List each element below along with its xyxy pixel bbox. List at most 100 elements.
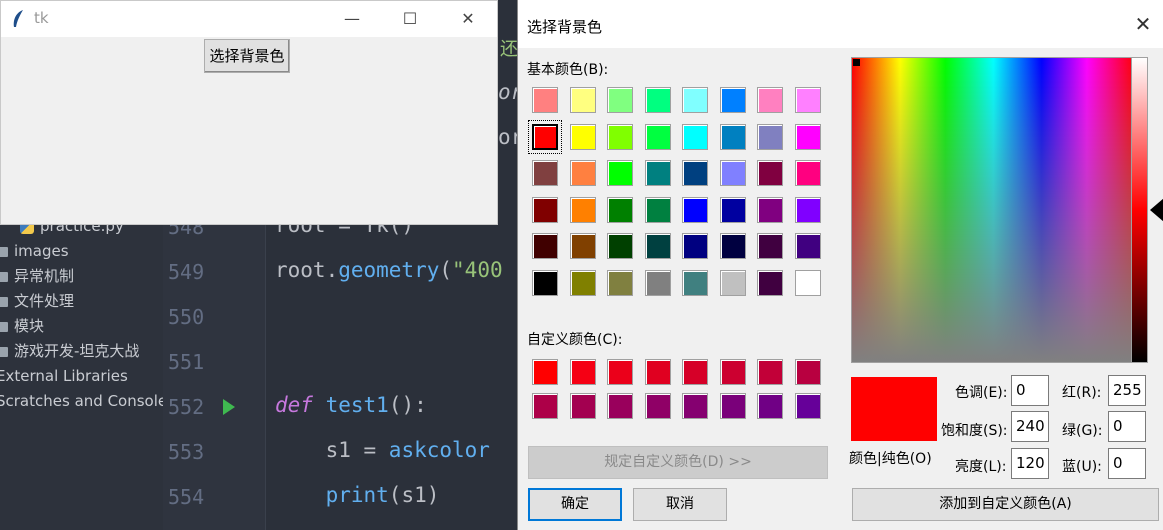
basic-color-swatch[interactable] bbox=[528, 119, 562, 154]
basic-color-swatch[interactable] bbox=[794, 87, 821, 113]
basic-color-swatch[interactable] bbox=[644, 269, 671, 296]
basic-color-swatch[interactable] bbox=[569, 87, 596, 113]
project-tree: practice.py images 异常机制 文件处理 模块 游戏开发-坦克大… bbox=[0, 210, 175, 530]
basic-color-swatch[interactable] bbox=[682, 233, 708, 259]
custom-color-swatch[interactable] bbox=[644, 393, 671, 419]
basic-color-swatch[interactable] bbox=[569, 233, 596, 259]
tree-item-exceptions[interactable]: 异常机制 bbox=[0, 265, 74, 287]
basic-color-swatch[interactable] bbox=[757, 87, 783, 113]
basic-color-swatch[interactable] bbox=[607, 87, 633, 113]
basic-color-swatch[interactable] bbox=[607, 196, 633, 223]
lum-field[interactable]: 120 bbox=[1011, 448, 1049, 479]
basic-color-swatch[interactable] bbox=[532, 269, 558, 296]
basic-color-swatch[interactable] bbox=[569, 160, 596, 186]
custom-color-swatch[interactable] bbox=[719, 393, 746, 419]
basic-color-swatch[interactable] bbox=[794, 123, 821, 150]
basic-color-swatch[interactable] bbox=[644, 196, 671, 223]
basic-color-swatch[interactable] bbox=[569, 196, 596, 223]
basic-color-swatch[interactable] bbox=[607, 233, 633, 259]
tree-item-modules[interactable]: 模块 bbox=[0, 315, 44, 337]
blue-field[interactable]: 0 bbox=[1108, 448, 1146, 479]
custom-color-swatch[interactable] bbox=[607, 393, 633, 419]
basic-color-swatch[interactable] bbox=[794, 196, 821, 223]
tree-item-tank-game[interactable]: 游戏开发-坦克大战 bbox=[0, 340, 139, 362]
custom-color-swatch[interactable] bbox=[794, 359, 821, 385]
basic-color-swatch[interactable] bbox=[569, 123, 596, 150]
basic-color-swatch[interactable] bbox=[719, 196, 746, 223]
custom-color-swatch[interactable] bbox=[607, 359, 633, 385]
custom-color-swatch[interactable] bbox=[682, 393, 708, 419]
hue-field[interactable]: 0 bbox=[1011, 375, 1049, 406]
add-custom-color-button[interactable]: 添加到自定义颜色(A) bbox=[852, 488, 1159, 521]
basic-color-swatch[interactable] bbox=[682, 269, 708, 296]
basic-color-swatch[interactable] bbox=[532, 87, 558, 113]
tree-item-external-libraries[interactable]: External Libraries bbox=[0, 365, 128, 387]
define-custom-colors-button[interactable]: 规定自定义颜色(D) >> bbox=[528, 446, 828, 479]
custom-color-swatch[interactable] bbox=[719, 359, 746, 385]
custom-color-swatch[interactable] bbox=[794, 393, 821, 419]
basic-color-swatch[interactable] bbox=[757, 123, 783, 150]
code-line-553: s1 = askcolor bbox=[275, 438, 490, 462]
basic-color-swatch[interactable] bbox=[532, 233, 558, 259]
color-preview bbox=[851, 377, 937, 441]
basic-color-swatch[interactable] bbox=[644, 123, 671, 150]
choose-bg-color-button[interactable]: 选择背景色 bbox=[204, 39, 290, 73]
sat-field[interactable]: 240 bbox=[1011, 411, 1049, 442]
tk-titlebar[interactable]: tk — ☐ ✕ bbox=[1, 1, 497, 37]
basic-color-swatch[interactable] bbox=[682, 87, 708, 113]
luminance-slider[interactable] bbox=[1131, 57, 1148, 363]
basic-color-swatch[interactable] bbox=[719, 160, 746, 186]
basic-color-swatch[interactable] bbox=[794, 269, 821, 296]
basic-color-swatch[interactable] bbox=[607, 160, 633, 186]
basic-color-swatch[interactable] bbox=[644, 233, 671, 259]
custom-color-swatch[interactable] bbox=[757, 393, 783, 419]
basic-color-swatch[interactable] bbox=[682, 196, 708, 223]
color-spectrum[interactable] bbox=[851, 57, 1136, 363]
basic-color-swatch[interactable] bbox=[607, 123, 633, 150]
sat-label: 饱和度(S): bbox=[941, 423, 1008, 439]
basic-color-swatch[interactable] bbox=[757, 160, 783, 186]
custom-color-swatch[interactable] bbox=[682, 359, 708, 385]
basic-color-swatch[interactable] bbox=[682, 160, 708, 186]
custom-color-swatch[interactable] bbox=[569, 393, 596, 419]
basic-color-swatch[interactable] bbox=[719, 233, 746, 259]
green-field[interactable]: 0 bbox=[1108, 411, 1146, 442]
basic-color-swatch[interactable] bbox=[569, 269, 596, 296]
basic-color-swatch[interactable] bbox=[607, 269, 633, 296]
maximize-button[interactable]: ☐ bbox=[387, 1, 433, 37]
minimize-button[interactable]: — bbox=[329, 1, 375, 37]
spectrum-crosshair[interactable] bbox=[853, 59, 860, 66]
basic-color-swatch[interactable] bbox=[532, 160, 558, 186]
basic-color-swatch[interactable] bbox=[532, 196, 558, 223]
basic-color-swatch[interactable] bbox=[682, 123, 708, 150]
basic-color-swatch[interactable] bbox=[757, 269, 783, 296]
red-field[interactable]: 255 bbox=[1108, 375, 1146, 406]
custom-color-swatch[interactable] bbox=[532, 359, 558, 385]
basic-color-swatch[interactable] bbox=[719, 269, 746, 296]
custom-color-swatch[interactable] bbox=[644, 359, 671, 385]
folder-icon bbox=[0, 296, 8, 307]
folder-icon bbox=[0, 321, 8, 332]
basic-color-swatch[interactable] bbox=[794, 160, 821, 186]
tree-item-files[interactable]: 文件处理 bbox=[0, 290, 74, 312]
custom-color-swatch[interactable] bbox=[569, 359, 596, 385]
luminance-arrow-icon[interactable] bbox=[1150, 198, 1163, 222]
basic-color-swatch[interactable] bbox=[644, 87, 671, 113]
basic-color-swatch[interactable] bbox=[757, 196, 783, 223]
basic-color-swatch[interactable] bbox=[794, 233, 821, 259]
basic-color-swatch[interactable] bbox=[719, 123, 746, 150]
dialog-close-button[interactable]: ✕ bbox=[1129, 10, 1157, 38]
close-button[interactable]: ✕ bbox=[445, 1, 491, 37]
cancel-button[interactable]: 取消 bbox=[633, 488, 727, 521]
custom-color-swatch[interactable] bbox=[532, 393, 558, 419]
run-icon[interactable] bbox=[222, 398, 236, 416]
tree-item-images[interactable]: images bbox=[0, 240, 69, 262]
basic-color-swatch[interactable] bbox=[757, 233, 783, 259]
basic-color-swatch[interactable] bbox=[719, 87, 746, 113]
dialog-titlebar[interactable]: 选择背景色 ✕ bbox=[518, 0, 1163, 48]
tree-item-scratches[interactable]: Scratches and Consoles bbox=[0, 390, 175, 412]
folder-icon bbox=[0, 246, 8, 257]
basic-color-swatch[interactable] bbox=[644, 160, 671, 186]
custom-color-swatch[interactable] bbox=[757, 359, 783, 385]
ok-button[interactable]: 确定 bbox=[528, 488, 622, 521]
